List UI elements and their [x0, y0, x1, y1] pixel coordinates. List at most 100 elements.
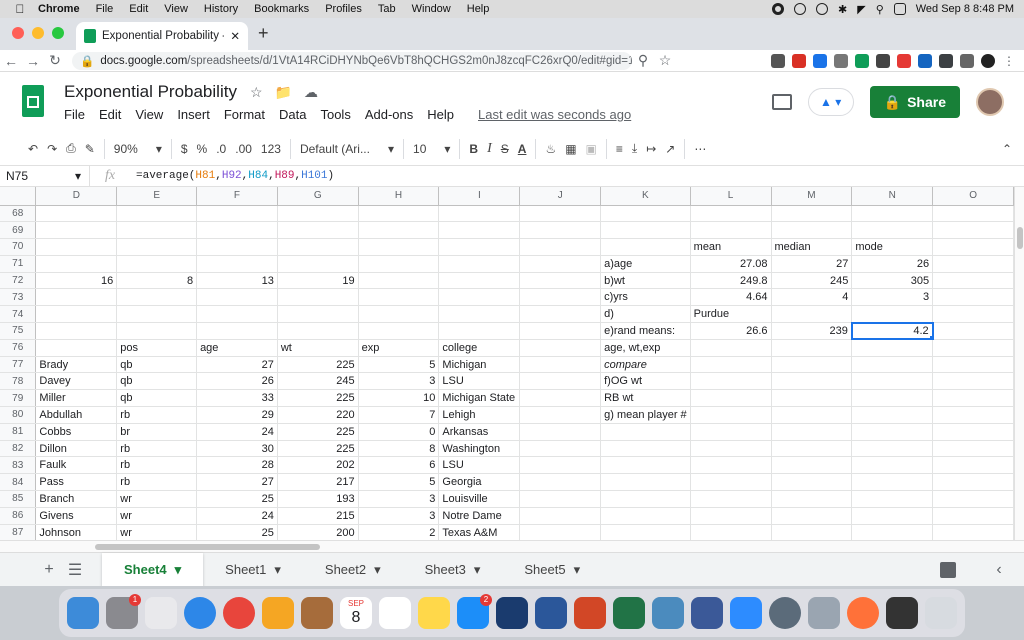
cell-O73[interactable]	[932, 288, 1014, 307]
cell-G87[interactable]: 200	[277, 524, 359, 540]
zoom-select[interactable]: 90% ▾	[114, 142, 162, 156]
formula-input[interactable]: =average(H81,H92,H84,H89,H101)	[130, 170, 334, 182]
menu-view[interactable]: View	[156, 3, 196, 15]
cell-G71[interactable]	[277, 255, 359, 273]
clock-text[interactable]: Wed Sep 8 8:48 PM	[916, 3, 1014, 15]
cell-O75[interactable]	[932, 322, 1014, 340]
more-icon[interactable]: ⋯	[694, 142, 706, 156]
increase-decimal-button[interactable]: .00	[235, 142, 252, 156]
cell-H79[interactable]: 10	[358, 389, 440, 408]
document-title[interactable]: Exponential Probability	[64, 82, 237, 102]
cell-E82[interactable]: rb	[116, 440, 198, 458]
menu-window[interactable]: Window	[404, 3, 459, 15]
clock-icon[interactable]	[816, 3, 828, 15]
cell-H71[interactable]	[358, 255, 440, 273]
column-header[interactable]: O	[932, 187, 1014, 206]
cell-J86[interactable]	[519, 507, 602, 525]
menu-help[interactable]: Help	[459, 3, 498, 15]
cell-J73[interactable]	[519, 288, 602, 307]
print-icon[interactable]: ⎙	[66, 141, 76, 156]
more-formats-button[interactable]: 123	[261, 142, 281, 156]
explore-icon[interactable]	[940, 561, 956, 578]
minimize-window-button[interactable]	[32, 27, 44, 39]
column-header[interactable]: J	[519, 187, 602, 206]
cell-F84[interactable]: 27	[196, 473, 278, 492]
cell-F80[interactable]: 29	[196, 406, 278, 424]
cell-O70[interactable]	[932, 238, 1014, 256]
cell-F85[interactable]: 25	[196, 490, 278, 508]
cell-M83[interactable]	[771, 456, 853, 475]
cell-F78[interactable]: 26	[196, 372, 278, 391]
last-edit-link[interactable]: Last edit was seconds ago	[478, 107, 631, 122]
cell-H72[interactable]	[358, 272, 440, 290]
currency-format-button[interactable]: $	[181, 142, 188, 156]
extension-icon[interactable]	[792, 53, 806, 68]
cell-N74[interactable]	[851, 305, 934, 324]
add-sheet-button[interactable]: +	[36, 561, 62, 579]
sheet-tab-sheet2[interactable]: Sheet2 ▾	[303, 553, 403, 587]
cell-E86[interactable]: wr	[116, 507, 198, 525]
text-rotation-icon[interactable]: ↗	[665, 142, 675, 156]
cell-I69[interactable]	[438, 221, 521, 240]
extension-icon[interactable]	[834, 53, 848, 68]
select-all-corner[interactable]	[0, 187, 37, 206]
cell-N71[interactable]: 26	[851, 255, 934, 273]
cell-H82[interactable]: 8	[358, 440, 440, 458]
chevron-down-icon[interactable]: ▾	[574, 562, 581, 578]
cell-F69[interactable]	[196, 221, 278, 240]
cell-E81[interactable]: br	[116, 423, 198, 441]
cell-N76[interactable]	[851, 339, 934, 357]
redo-icon[interactable]: ↷	[47, 142, 57, 156]
cell-G72[interactable]: 19	[277, 272, 359, 290]
chevron-down-icon[interactable]: ▾	[474, 562, 481, 578]
cell-E71[interactable]	[116, 255, 198, 273]
reload-icon[interactable]: ↻	[44, 52, 66, 69]
menu-format[interactable]: Format	[224, 107, 265, 122]
cell-H74[interactable]	[358, 305, 440, 324]
cell-E77[interactable]: qb	[116, 356, 198, 374]
text-color-button[interactable]: A	[518, 142, 527, 156]
bookmark-star-icon[interactable]: ☆	[654, 52, 676, 69]
column-header[interactable]: L	[690, 187, 772, 206]
cell-J77[interactable]	[519, 356, 602, 374]
cell-J76[interactable]	[519, 339, 602, 357]
all-sheets-icon[interactable]: ☰	[62, 560, 88, 580]
extension-icon[interactable]	[855, 53, 869, 68]
cell-D78[interactable]: Davey	[35, 372, 118, 391]
sheet-tab-sheet3[interactable]: Sheet3 ▾	[403, 553, 503, 587]
column-header[interactable]: K	[600, 187, 691, 206]
chevron-down-icon[interactable]: ▾	[274, 562, 281, 578]
row-header[interactable]: 86	[0, 507, 37, 525]
menu-addons[interactable]: Add-ons	[365, 107, 413, 122]
column-header[interactable]: D	[35, 187, 118, 206]
cell-L70[interactable]: mean	[690, 238, 772, 256]
cell-L82[interactable]	[690, 440, 772, 458]
move-folder-icon[interactable]: 📁	[275, 84, 292, 101]
cell-O85[interactable]	[932, 490, 1014, 508]
close-tab-icon[interactable]: ✕	[230, 29, 240, 43]
cell-H84[interactable]: 5	[358, 473, 440, 492]
cell-E80[interactable]: rb	[116, 406, 198, 424]
cell-K69[interactable]	[600, 221, 691, 240]
cell-G80[interactable]: 220	[277, 406, 359, 424]
menu-data[interactable]: Data	[279, 107, 306, 122]
cell-M70[interactable]: median	[771, 238, 853, 256]
chevron-down-icon[interactable]: ▾	[374, 562, 381, 578]
cell-N87[interactable]	[851, 524, 934, 540]
cell-E79[interactable]: qb	[116, 389, 198, 408]
share-button[interactable]: 🔒 Share	[869, 86, 960, 118]
cell-J80[interactable]	[519, 406, 602, 424]
cell-G73[interactable]	[277, 288, 359, 307]
present-button[interactable]: ▲ ▾	[807, 88, 854, 116]
cell-K72[interactable]: b)wt	[600, 272, 691, 290]
app-store-icon[interactable]: 2	[457, 594, 492, 629]
cell-H86[interactable]: 3	[358, 507, 440, 525]
safari-icon[interactable]	[184, 597, 216, 629]
play-icon[interactable]	[794, 3, 806, 15]
horizontal-align-icon[interactable]: ≡	[616, 142, 623, 156]
row-header[interactable]: 77	[0, 356, 37, 374]
cell-F83[interactable]: 28	[196, 456, 278, 475]
column-header[interactable]: F	[196, 187, 278, 206]
cell-G77[interactable]: 225	[277, 356, 359, 374]
cell-N69[interactable]	[851, 221, 934, 240]
